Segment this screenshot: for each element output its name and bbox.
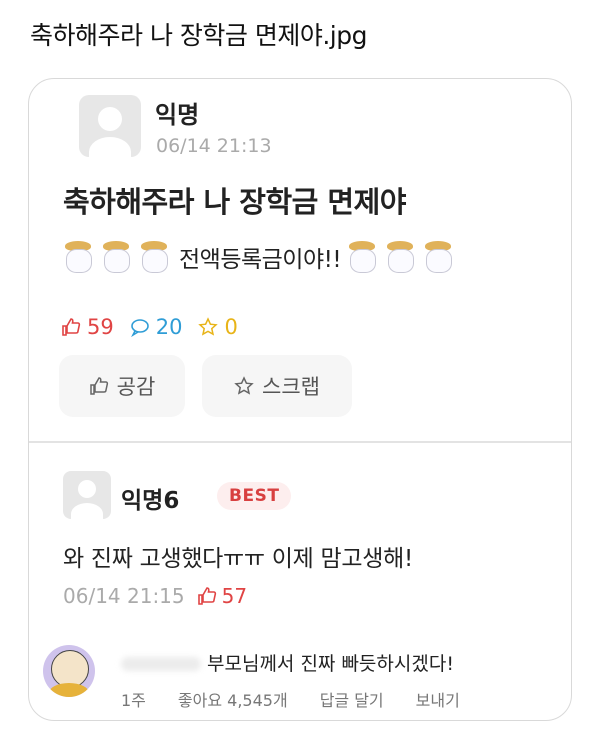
post-time: 06/14 21:13 (156, 135, 272, 157)
comment-text: 와 진짜 고생했다ㅠㅠ 이제 맘고생해! (63, 546, 413, 572)
best-badge: BEST (217, 482, 292, 510)
celebration-emoji-icon (385, 241, 415, 273)
scrap-count: 0 (198, 315, 238, 339)
post-card: 익명 06/14 21:13 축하해주라 나 장학금 면제야 전액등록금이야!!… (28, 78, 572, 721)
post-stats: 59 20 0 (61, 315, 254, 339)
star-icon (234, 376, 254, 395)
reply-button[interactable]: 답글 달기 (320, 687, 384, 711)
comment-like-count[interactable]: 57 (197, 584, 247, 608)
celebration-emoji-icon (139, 241, 169, 273)
celebration-emoji-icon (63, 241, 93, 273)
blurred-username (121, 657, 201, 671)
comment-count: 20 (130, 315, 182, 339)
post-title: 축하해주라 나 장학금 면제야 (63, 185, 406, 219)
reply-avatar[interactable] (43, 645, 95, 697)
reply-meta: 1주 좋아요 4,545개 답글 달기 보내기 (121, 687, 492, 711)
thumbs-up-icon (197, 587, 216, 605)
divider (29, 441, 571, 443)
post-body-text: 전액등록금이야!! (179, 247, 342, 273)
comment-time: 06/14 21:15 (63, 584, 185, 608)
like-button[interactable]: 공감 (59, 355, 185, 417)
celebration-emoji-icon (347, 241, 377, 273)
page-title: 축하해주라 나 장학금 면제야.jpg (30, 21, 367, 50)
star-icon (198, 317, 219, 336)
speech-bubble-icon (130, 319, 149, 337)
send-button[interactable]: 보내기 (416, 687, 460, 711)
avatar[interactable] (63, 471, 111, 519)
post-body: 전액등록금이야!! (63, 237, 461, 277)
comment-meta: 06/14 21:15 57 (63, 584, 247, 608)
scrap-button[interactable]: 스크랩 (202, 355, 352, 417)
reply-age: 1주 (121, 691, 146, 710)
thumbs-up-icon (62, 318, 81, 336)
reply-likes[interactable]: 좋아요 4,545개 (178, 687, 288, 711)
thumbs-up-icon (89, 377, 108, 395)
avatar[interactable] (79, 95, 141, 157)
celebration-emoji-icon (423, 241, 453, 273)
reply-text: 부모님께서 진짜 빠듯하시겠다! (207, 653, 454, 675)
celebration-emoji-icon (101, 241, 131, 273)
comment-author: 익명6 (121, 488, 180, 514)
post-author: 익명 (155, 101, 200, 129)
like-count: 59 (61, 315, 114, 339)
